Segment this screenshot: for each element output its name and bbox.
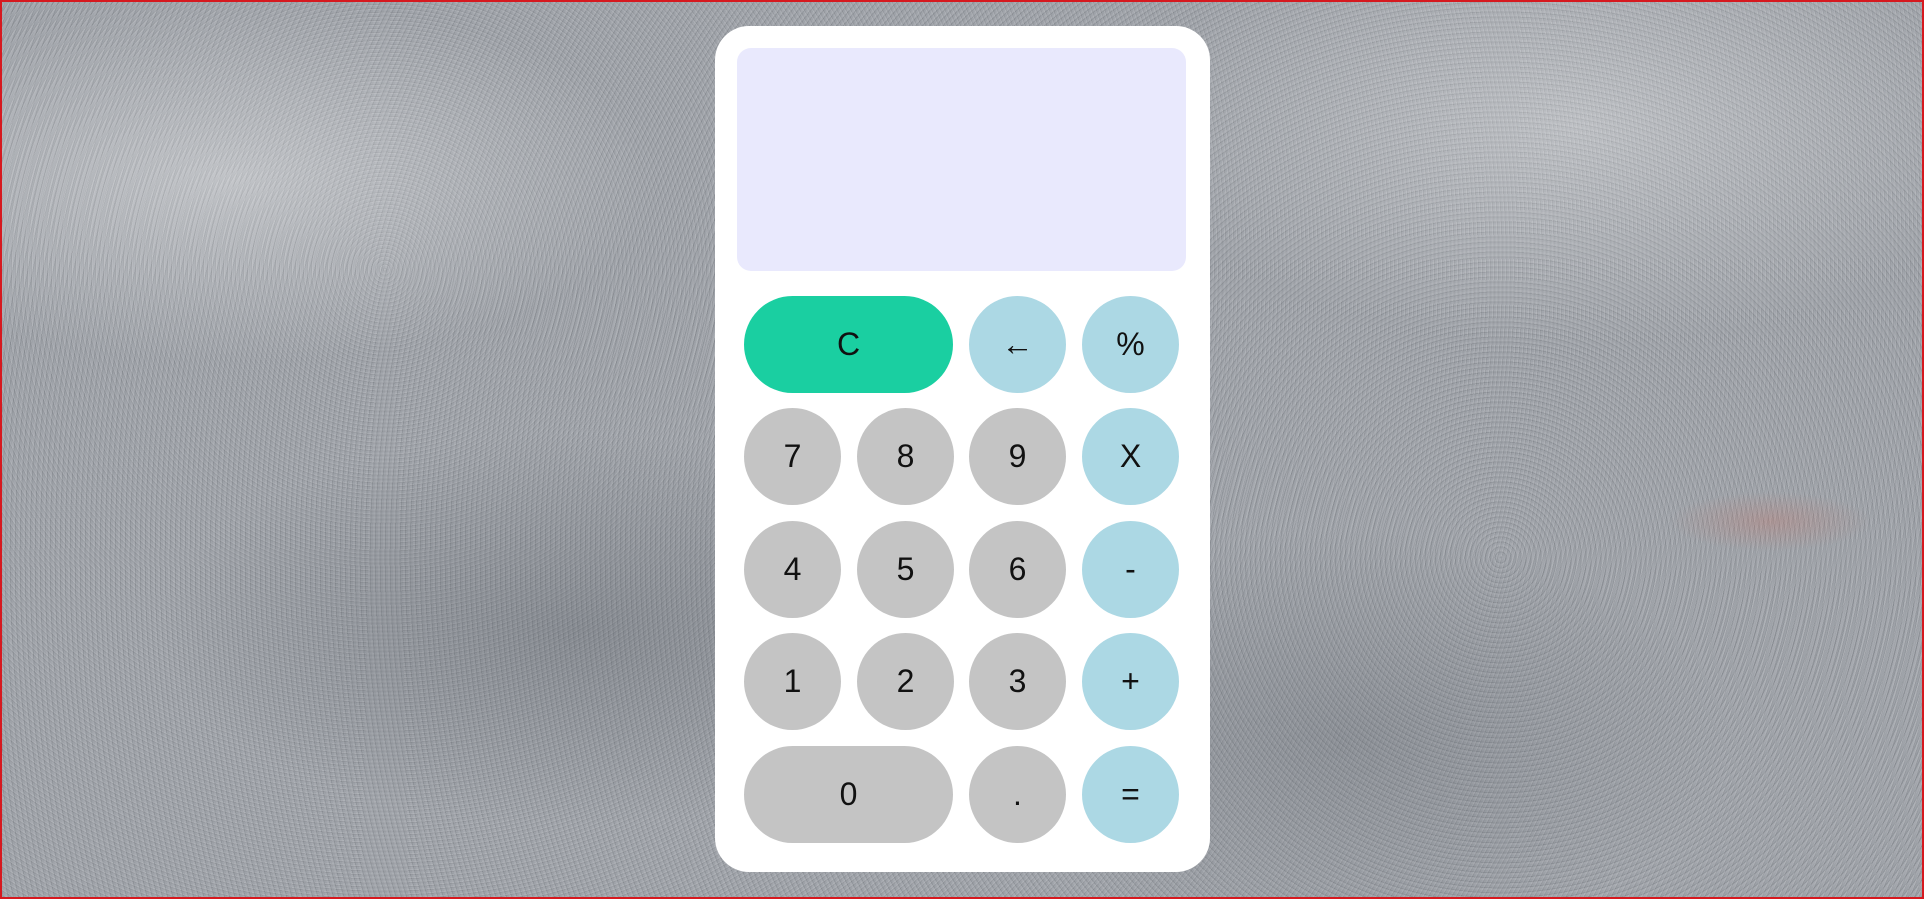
- digit-7-button[interactable]: 7: [744, 408, 841, 505]
- digit-4-button[interactable]: 4: [744, 521, 841, 618]
- digit-1-button[interactable]: 1: [744, 633, 841, 730]
- equals-button[interactable]: =: [1082, 746, 1179, 843]
- digit-9-button[interactable]: 9: [969, 408, 1066, 505]
- digit-0-button[interactable]: 0: [744, 746, 953, 843]
- percent-button[interactable]: %: [1082, 296, 1179, 393]
- backspace-arrow-icon: ←: [1001, 326, 1034, 362]
- digit-3-button[interactable]: 3: [969, 633, 1066, 730]
- minus-button[interactable]: -: [1082, 521, 1179, 618]
- digit-5-button[interactable]: 5: [857, 521, 954, 618]
- digit-6-button[interactable]: 6: [969, 521, 1066, 618]
- multiply-button[interactable]: X: [1082, 408, 1179, 505]
- calculator-display: [737, 48, 1186, 271]
- backspace-button[interactable]: ←: [969, 296, 1066, 393]
- calculator: C ← % 7 8 9 X 4 5 6 - 1 2 3 + 0 . =: [715, 26, 1210, 872]
- digit-8-button[interactable]: 8: [857, 408, 954, 505]
- decimal-point-button[interactable]: .: [969, 746, 1066, 843]
- plus-button[interactable]: +: [1082, 633, 1179, 730]
- digit-2-button[interactable]: 2: [857, 633, 954, 730]
- clear-button[interactable]: C: [744, 296, 953, 393]
